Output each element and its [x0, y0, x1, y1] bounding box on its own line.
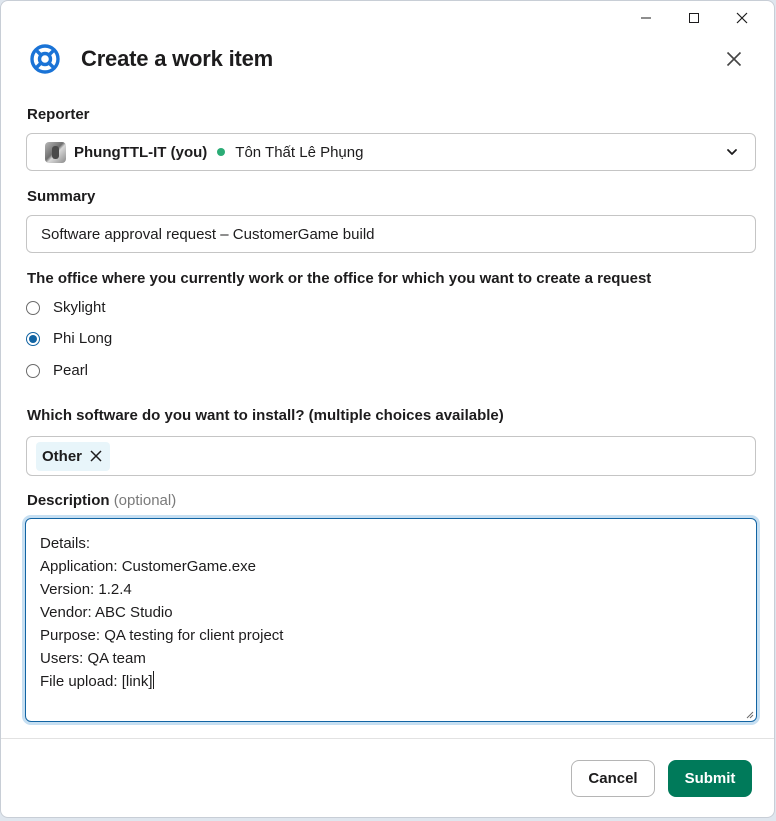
dialog-window: Create a work item Reporter PhungTTL-IT …: [0, 0, 775, 818]
radio-checked-icon[interactable]: [26, 331, 40, 346]
text-caret: [152, 671, 154, 689]
remove-chip-icon[interactable]: [89, 449, 103, 463]
optional-hint: (optional): [113, 492, 177, 509]
office-option-phi-long[interactable]: Phi Long: [26, 330, 112, 347]
description-label: Description (optional): [27, 492, 176, 509]
reporter-label: Reporter: [27, 106, 90, 123]
office-label: The office where you currently work or t…: [27, 270, 652, 287]
window-close-button[interactable]: [718, 7, 766, 29]
lifebuoy-icon: [27, 41, 63, 77]
chip-label: Other: [42, 447, 83, 465]
software-multiselect[interactable]: Other: [26, 436, 756, 476]
description-text: Details: Application: CustomerGame.exe V…: [40, 535, 284, 690]
radio-unchecked-icon[interactable]: [26, 363, 40, 378]
submit-button[interactable]: Submit: [668, 760, 752, 797]
avatar: [45, 141, 66, 163]
software-chip-other: Other: [36, 441, 111, 471]
reporter-full-name: Tôn Thất Lê Phụng: [235, 143, 364, 161]
maximize-icon: [689, 13, 699, 23]
footer-divider: [1, 738, 774, 739]
office-option-label: Phi Long: [53, 330, 113, 347]
office-option-skylight[interactable]: Skylight: [26, 299, 106, 316]
dialog-title: Create a work item: [81, 46, 274, 71]
radio-unchecked-icon[interactable]: [26, 300, 40, 315]
office-option-label: Pearl: [53, 362, 89, 379]
dialog-close-button[interactable]: [720, 45, 748, 73]
office-option-label: Skylight: [53, 299, 106, 316]
software-label: Which software do you want to install? (…: [27, 407, 504, 424]
window-controls: [622, 7, 766, 29]
reporter-name: PhungTTL-IT (you): [74, 143, 208, 161]
close-icon: [726, 51, 742, 67]
minimize-button[interactable]: [622, 7, 670, 29]
resize-handle-icon[interactable]: [744, 709, 754, 719]
description-label-text: Description: [27, 492, 110, 509]
window-close-icon: [736, 12, 748, 24]
reporter-select[interactable]: PhungTTL-IT (you) Tôn Thất Lê Phụng: [26, 133, 756, 171]
chevron-down-icon: [727, 149, 737, 155]
status-online-icon: [217, 148, 226, 156]
cancel-button[interactable]: Cancel: [571, 760, 655, 797]
dialog-header: Create a work item: [27, 39, 754, 79]
office-option-pearl[interactable]: Pearl: [26, 362, 88, 379]
description-textarea[interactable]: Details: Application: CustomerGame.exe V…: [25, 518, 757, 722]
summary-label: Summary: [27, 188, 96, 205]
maximize-button[interactable]: [670, 7, 718, 29]
minimize-icon: [641, 17, 651, 19]
summary-input[interactable]: Software approval request – CustomerGame…: [26, 215, 756, 253]
